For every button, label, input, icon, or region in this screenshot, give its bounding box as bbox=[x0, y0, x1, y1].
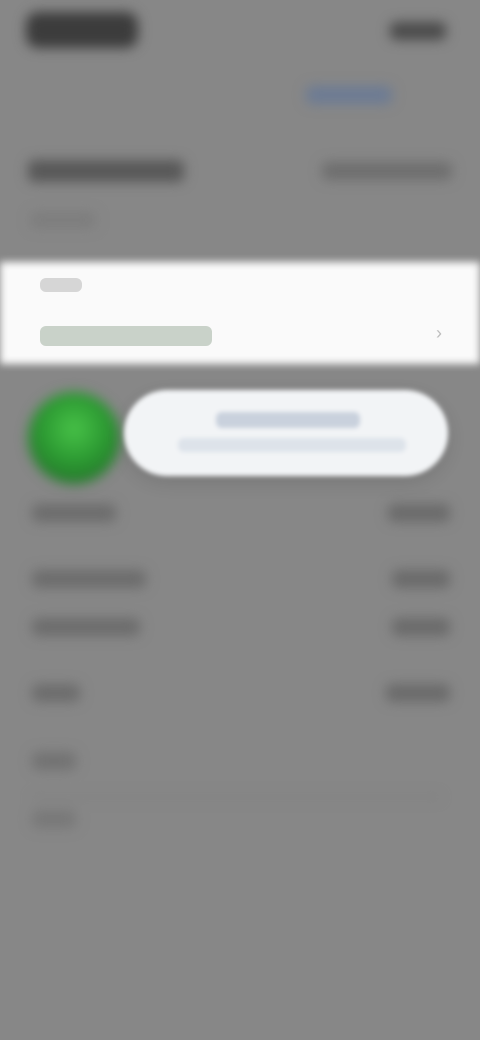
band-small-label bbox=[40, 278, 82, 292]
chevron-right-icon: › bbox=[436, 323, 442, 343]
row-label bbox=[32, 618, 140, 636]
list-row bbox=[32, 810, 450, 832]
status-indicators bbox=[390, 22, 446, 40]
summary-sublabel bbox=[30, 212, 96, 228]
summary-label bbox=[28, 160, 184, 182]
toast-subtitle bbox=[178, 438, 406, 452]
list-row[interactable] bbox=[32, 570, 450, 592]
toast-pill[interactable] bbox=[124, 390, 448, 476]
row-label bbox=[32, 570, 146, 588]
list-row[interactable] bbox=[32, 618, 450, 640]
row-value bbox=[388, 504, 450, 522]
row-label bbox=[32, 504, 116, 522]
green-circle-icon bbox=[28, 392, 120, 484]
row-value bbox=[392, 570, 450, 588]
divider bbox=[32, 796, 440, 798]
list-row bbox=[32, 752, 450, 774]
row-value bbox=[392, 618, 450, 636]
blurred-background bbox=[0, 0, 480, 1040]
band-title bbox=[40, 326, 212, 346]
toast-title bbox=[216, 412, 360, 428]
status-time bbox=[26, 12, 138, 48]
row-label bbox=[32, 684, 80, 702]
summary-value bbox=[322, 162, 452, 180]
list-row[interactable] bbox=[32, 504, 450, 526]
summary-row bbox=[28, 160, 452, 184]
row-value bbox=[386, 684, 450, 702]
screen: › bbox=[0, 0, 480, 1040]
footer-label bbox=[32, 752, 76, 770]
list-row[interactable] bbox=[32, 684, 450, 706]
status-bar bbox=[0, 0, 480, 64]
footer-label bbox=[32, 810, 76, 828]
header-action-link[interactable] bbox=[306, 86, 392, 104]
